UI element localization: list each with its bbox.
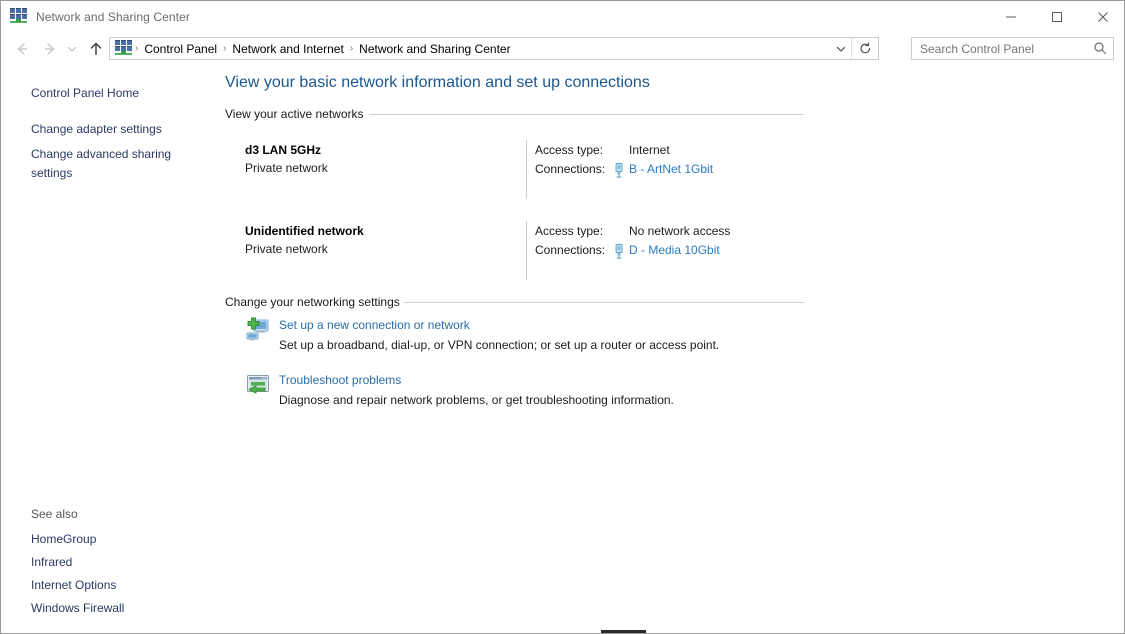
network-sharing-icon xyxy=(10,8,27,25)
ethernet-adapter-icon xyxy=(613,244,625,259)
breadcrumb-item-control-panel[interactable]: Control Panel xyxy=(141,42,220,56)
refresh-button[interactable] xyxy=(851,38,878,59)
network-name: Unidentified network xyxy=(245,224,364,238)
window-bottom-accent xyxy=(601,630,646,633)
set-up-new-connection-description: Set up a broadband, dial-up, or VPN conn… xyxy=(279,338,719,352)
network-type: Private network xyxy=(245,161,328,175)
section-divider xyxy=(404,302,804,303)
breadcrumb-address-bar[interactable]: › Control Panel › Network and Internet ›… xyxy=(109,37,879,60)
up-button[interactable] xyxy=(83,36,109,62)
connections-label: Connections: xyxy=(535,162,605,176)
content-area: Control Panel Home Change adapter settin… xyxy=(1,65,1125,633)
active-network-entry: Unidentified network Private network Acc… xyxy=(223,224,823,282)
access-type-value: Internet xyxy=(629,143,670,157)
breadcrumb-item-network-and-internet[interactable]: Network and Internet xyxy=(229,42,346,56)
title-bar: Network and Sharing Center xyxy=(1,1,1125,32)
forward-button[interactable] xyxy=(37,36,63,62)
network-type: Private network xyxy=(245,242,328,256)
sidebar-item-homegroup[interactable]: HomeGroup xyxy=(31,530,96,549)
minimize-button[interactable] xyxy=(988,1,1034,32)
connection-link[interactable]: D - Media 10Gbit xyxy=(629,243,720,257)
section-divider xyxy=(369,114,804,115)
back-button[interactable] xyxy=(9,36,35,62)
see-also-heading: See also xyxy=(31,507,78,521)
search-box[interactable] xyxy=(911,37,1114,60)
address-toolbar: › Control Panel › Network and Internet ›… xyxy=(1,32,1125,65)
page-title: View your basic network information and … xyxy=(225,74,650,92)
network-name: d3 LAN 5GHz xyxy=(245,143,321,157)
active-networks-heading: View your active networks xyxy=(225,107,364,121)
sidebar-item-windows-firewall[interactable]: Windows Firewall xyxy=(31,599,124,618)
set-up-new-connection-link[interactable]: Set up a new connection or network xyxy=(279,318,470,332)
access-type-label: Access type: xyxy=(535,224,603,238)
sidebar: Control Panel Home Change adapter settin… xyxy=(1,65,223,633)
sidebar-item-internet-options[interactable]: Internet Options xyxy=(31,576,116,595)
troubleshoot-icon xyxy=(245,372,271,398)
search-icon[interactable] xyxy=(1093,41,1107,58)
breadcrumb-item-network-and-sharing-center[interactable]: Network and Sharing Center xyxy=(356,42,513,56)
close-button[interactable] xyxy=(1080,1,1125,32)
sidebar-item-infrared[interactable]: Infrared xyxy=(31,553,72,572)
sidebar-item-change-adapter-settings[interactable]: Change adapter settings xyxy=(31,120,162,139)
new-connection-icon xyxy=(245,317,271,343)
window-controls xyxy=(988,1,1125,32)
settings-action-item: Set up a new connection or network Set u… xyxy=(223,317,843,359)
breadcrumb-separator: › xyxy=(347,43,356,54)
change-settings-heading: Change your networking settings xyxy=(225,295,400,309)
access-type-value: No network access xyxy=(629,224,730,238)
sidebar-item-control-panel-home[interactable]: Control Panel Home xyxy=(31,84,139,103)
search-input[interactable] xyxy=(918,41,1087,57)
breadcrumb-separator: › xyxy=(132,43,141,54)
troubleshoot-problems-description: Diagnose and repair network problems, or… xyxy=(279,393,674,407)
main-pane: View your basic network information and … xyxy=(223,65,1125,633)
connection-link[interactable]: B - ArtNet 1Gbit xyxy=(629,162,713,176)
active-network-entry: d3 LAN 5GHz Private network Access type:… xyxy=(223,143,823,201)
breadcrumb-separator: › xyxy=(220,43,229,54)
recent-locations-button[interactable] xyxy=(63,36,81,62)
access-type-label: Access type: xyxy=(535,143,603,157)
address-dropdown-button[interactable] xyxy=(830,38,852,59)
troubleshoot-problems-link[interactable]: Troubleshoot problems xyxy=(279,373,401,387)
settings-action-item: Troubleshoot problems Diagnose and repai… xyxy=(223,372,843,414)
maximize-button[interactable] xyxy=(1034,1,1080,32)
control-panel-window: Network and Sharing Center xyxy=(0,0,1125,634)
window-title: Network and Sharing Center xyxy=(36,10,190,24)
connections-label: Connections: xyxy=(535,243,605,257)
network-sharing-icon xyxy=(115,40,132,57)
vertical-divider xyxy=(526,140,527,199)
sidebar-item-change-advanced-sharing-settings[interactable]: Change advanced sharing settings xyxy=(31,145,181,183)
vertical-divider xyxy=(526,221,527,280)
ethernet-adapter-icon xyxy=(613,163,625,178)
